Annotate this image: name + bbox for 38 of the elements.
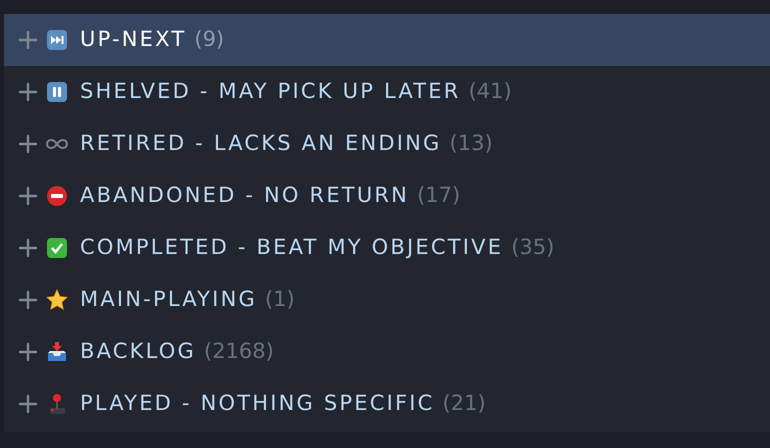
plus-icon[interactable]: [18, 134, 38, 154]
fast-forward-icon: [46, 29, 68, 51]
game-count: (35): [511, 234, 554, 262]
collection-row[interactable]: UP-NEXT (9): [4, 14, 770, 66]
collection-row[interactable]: MAIN-PLAYING (1): [4, 274, 770, 326]
game-count: (13): [450, 130, 493, 158]
collection-row[interactable]: BACKLOG (2168): [4, 326, 770, 378]
plus-icon[interactable]: [18, 238, 38, 258]
game-count: (17): [417, 182, 460, 210]
collection-row[interactable]: SHELVED - MAY PICK UP LATER (41): [4, 66, 770, 118]
collection-name: COMPLETED - BEAT MY OBJECTIVE: [80, 234, 504, 262]
collection-row[interactable]: COMPLETED - BEAT MY OBJECTIVE (35): [4, 222, 770, 274]
game-count: (41): [468, 78, 512, 106]
star-icon: [46, 289, 68, 311]
plus-icon[interactable]: [18, 394, 38, 414]
collection-row[interactable]: RETIRED - LACKS AN ENDING (13): [4, 118, 770, 170]
collection-name: BACKLOG: [80, 338, 196, 366]
collection-name: SHELVED - MAY PICK UP LATER: [80, 78, 461, 106]
collection-name: ABANDONED - NO RETURN: [80, 182, 410, 210]
plus-icon[interactable]: [18, 290, 38, 310]
plus-icon[interactable]: [18, 342, 38, 362]
game-count: (2168): [204, 338, 274, 366]
collection-name: RETIRED - LACKS AN ENDING: [80, 130, 442, 158]
plus-icon[interactable]: [18, 186, 38, 206]
game-count: (1): [264, 286, 295, 314]
inbox-tray-icon: [46, 341, 68, 363]
game-count: (9): [194, 26, 224, 54]
no-entry-icon: [46, 185, 68, 207]
game-count: (21): [442, 390, 486, 418]
collection-name: PLAYED - NOTHING SPECIFIC: [80, 390, 435, 418]
collection-name: UP-NEXT: [80, 26, 186, 54]
pause-icon: [46, 81, 68, 103]
collection-row[interactable]: PLAYED - NOTHING SPECIFIC (21): [4, 378, 770, 430]
check-icon: [46, 237, 68, 259]
plus-icon[interactable]: [18, 82, 38, 102]
plus-icon[interactable]: [18, 30, 38, 50]
collection-row[interactable]: ABANDONED - NO RETURN (17): [4, 170, 770, 222]
collection-name: MAIN-PLAYING: [80, 286, 257, 314]
